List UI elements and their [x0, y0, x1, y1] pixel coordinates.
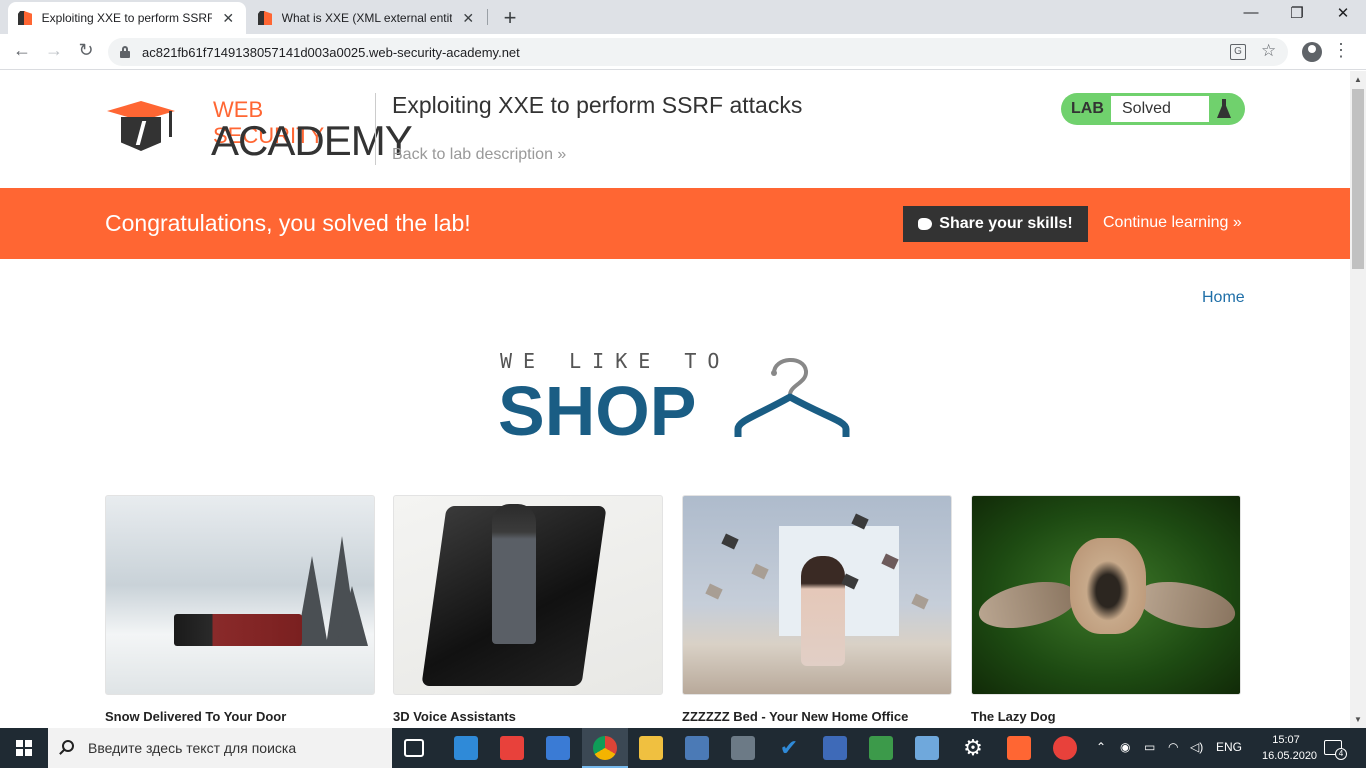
page-scrollbar[interactable]: ▲ ▼ [1350, 71, 1366, 728]
lab-header: WEB SECURITY ACADEMY Exploiting XXE to p… [0, 71, 1350, 188]
product-card[interactable]: The Lazy Dog [971, 495, 1241, 724]
burp-suite-icon[interactable] [1007, 736, 1031, 760]
product-image[interactable] [105, 495, 375, 695]
product-name[interactable]: 3D Voice Assistants [393, 709, 663, 724]
network-status-icon[interactable]: ◉ [1120, 740, 1130, 754]
lab-status-value: Solved [1111, 96, 1209, 122]
scrollbar-thumb[interactable] [1352, 89, 1364, 269]
figure-shape [492, 504, 536, 644]
pug-shape [1070, 538, 1146, 634]
tab-close-icon[interactable]: ✕ [460, 10, 476, 27]
maximize-button[interactable]: ❐ [1274, 4, 1320, 22]
snipping-tool-icon[interactable] [731, 736, 755, 760]
product-name[interactable]: The Lazy Dog [971, 709, 1241, 724]
product-name[interactable]: Snow Delivered To Your Door [105, 709, 375, 724]
lab-status-badge: LAB Solved [1061, 93, 1245, 125]
clock-date: 16.05.2020 [1262, 750, 1318, 762]
todo-icon[interactable]: ✔ [777, 736, 801, 760]
browser-menu-icon[interactable]: ⋮ [1332, 40, 1350, 61]
file-explorer-icon[interactable] [639, 736, 663, 760]
product-card[interactable]: Snow Delivered To Your Door [105, 495, 375, 724]
address-bar[interactable]: ac821fb61f7149138057141d003a0025.web-sec… [108, 38, 1288, 66]
product-grid: Snow Delivered To Your Door 3D Voice Ass… [105, 495, 1245, 728]
tab-lab[interactable]: Exploiting XXE to perform SSRF a ✕ [8, 2, 246, 34]
taskbar-search-input[interactable]: Введите здесь текст для поиска [48, 728, 392, 768]
back-to-lab-description-link[interactable]: Back to lab description » [392, 146, 566, 164]
hanger-icon [734, 358, 850, 437]
tray-chevron-icon[interactable]: ⌃ [1096, 740, 1106, 754]
mail-icon[interactable] [454, 736, 478, 760]
product-image[interactable] [971, 495, 1241, 695]
close-window-button[interactable]: ✕ [1320, 4, 1366, 22]
continue-learning-link[interactable]: Continue learning » [1103, 214, 1242, 232]
tab-separator [487, 9, 488, 25]
shop-logo-tagline: WE LIKE TO [500, 349, 731, 373]
tab-title: Exploiting XXE to perform SSRF a [41, 11, 213, 25]
notification-count: 4 [1335, 748, 1347, 760]
share-skills-button[interactable]: Share your skills! [903, 206, 1088, 242]
scroll-up-icon[interactable]: ▲ [1354, 75, 1362, 84]
tab-close-icon[interactable]: ✕ [220, 10, 236, 27]
chart-app-icon[interactable] [869, 736, 893, 760]
reload-button[interactable]: ↻ [74, 40, 98, 61]
home-link[interactable]: Home [1202, 289, 1245, 307]
congratulations-message: Congratulations, you solved the lab! [105, 210, 471, 236]
web-page: WEB SECURITY ACADEMY Exploiting XXE to p… [0, 71, 1350, 728]
back-button[interactable]: ← [10, 40, 34, 61]
lab-title: Exploiting XXE to perform SSRF attacks [392, 92, 803, 118]
product-name[interactable]: ZZZZZZ Bed - Your New Home Office [682, 709, 952, 724]
python-icon[interactable] [685, 736, 709, 760]
lock-icon[interactable] [120, 46, 130, 58]
share-skills-label: Share your skills! [939, 215, 1073, 232]
minimize-button[interactable]: — [1228, 4, 1274, 21]
translate-icon[interactable]: G [1230, 44, 1246, 60]
tab-title: What is XXE (XML external entity) [281, 11, 453, 25]
url-text[interactable]: ac821fb61f7149138057141d003a0025.web-sec… [142, 45, 520, 60]
clock-time: 15:07 [1272, 734, 1300, 746]
image-viewer-icon[interactable] [915, 736, 939, 760]
wifi-icon[interactable]: ◠ [1168, 740, 1178, 754]
vk-icon[interactable] [823, 736, 847, 760]
store-icon[interactable] [546, 736, 570, 760]
tab-strip: Exploiting XXE to perform SSRF a ✕ What … [0, 0, 1366, 34]
volume-icon[interactable]: ◁) [1190, 740, 1203, 754]
portswigger-favicon-icon [18, 10, 32, 26]
twitter-icon [918, 218, 933, 230]
web-security-academy-logo[interactable]: WEB SECURITY ACADEMY [107, 95, 413, 165]
bookmark-star-icon[interactable]: ☆ [1261, 41, 1276, 61]
header-divider [375, 93, 376, 165]
product-card[interactable]: 3D Voice Assistants [393, 495, 663, 724]
scroll-down-icon[interactable]: ▼ [1354, 715, 1362, 724]
taskbar-search-placeholder: Введите здесь текст для поиска [88, 740, 297, 756]
yandex-icon[interactable] [500, 736, 524, 760]
product-card[interactable]: ZZZZZZ Bed - Your New Home Office [682, 495, 952, 724]
taskbar-clock[interactable]: 15:07 16.05.2020 [1262, 732, 1318, 764]
windows-taskbar: Введите здесь текст для поиска ✔ ⚙ ⌃ ◉ ▭… [0, 728, 1366, 768]
battery-icon[interactable]: ▭ [1144, 740, 1155, 754]
notifications-icon[interactable]: 4 [1324, 740, 1347, 760]
yandex-browser-icon[interactable] [1053, 736, 1077, 760]
browser-toolbar: ← → ↻ ac821fb61f7149138057141d003a0025.w… [0, 34, 1366, 70]
train-shape [174, 614, 302, 646]
forward-button[interactable]: → [42, 40, 66, 61]
settings-gear-icon[interactable]: ⚙ [961, 736, 985, 760]
flask-icon [1217, 99, 1231, 119]
lab-status-label: LAB [1071, 100, 1104, 117]
product-image[interactable] [393, 495, 663, 695]
logo-text-bottom: ACADEMY [211, 117, 413, 164]
task-view-icon[interactable] [404, 739, 424, 757]
solved-banner: Congratulations, you solved the lab! Sha… [0, 188, 1350, 259]
new-tab-button[interactable]: + [498, 5, 522, 31]
tab-xxe-article[interactable]: What is XXE (XML external entity) ✕ [248, 2, 486, 34]
windows-start-icon[interactable] [16, 740, 32, 756]
profile-icon[interactable] [1302, 42, 1322, 62]
language-indicator[interactable]: ENG [1216, 740, 1242, 754]
search-icon [62, 740, 74, 752]
shop-logo-word: SHOP [498, 372, 697, 450]
chrome-icon[interactable] [593, 736, 617, 760]
portswigger-favicon-icon [258, 10, 272, 26]
product-image[interactable] [682, 495, 952, 695]
we-like-to-shop-logo: WE LIKE TO SHOP [498, 349, 858, 450]
